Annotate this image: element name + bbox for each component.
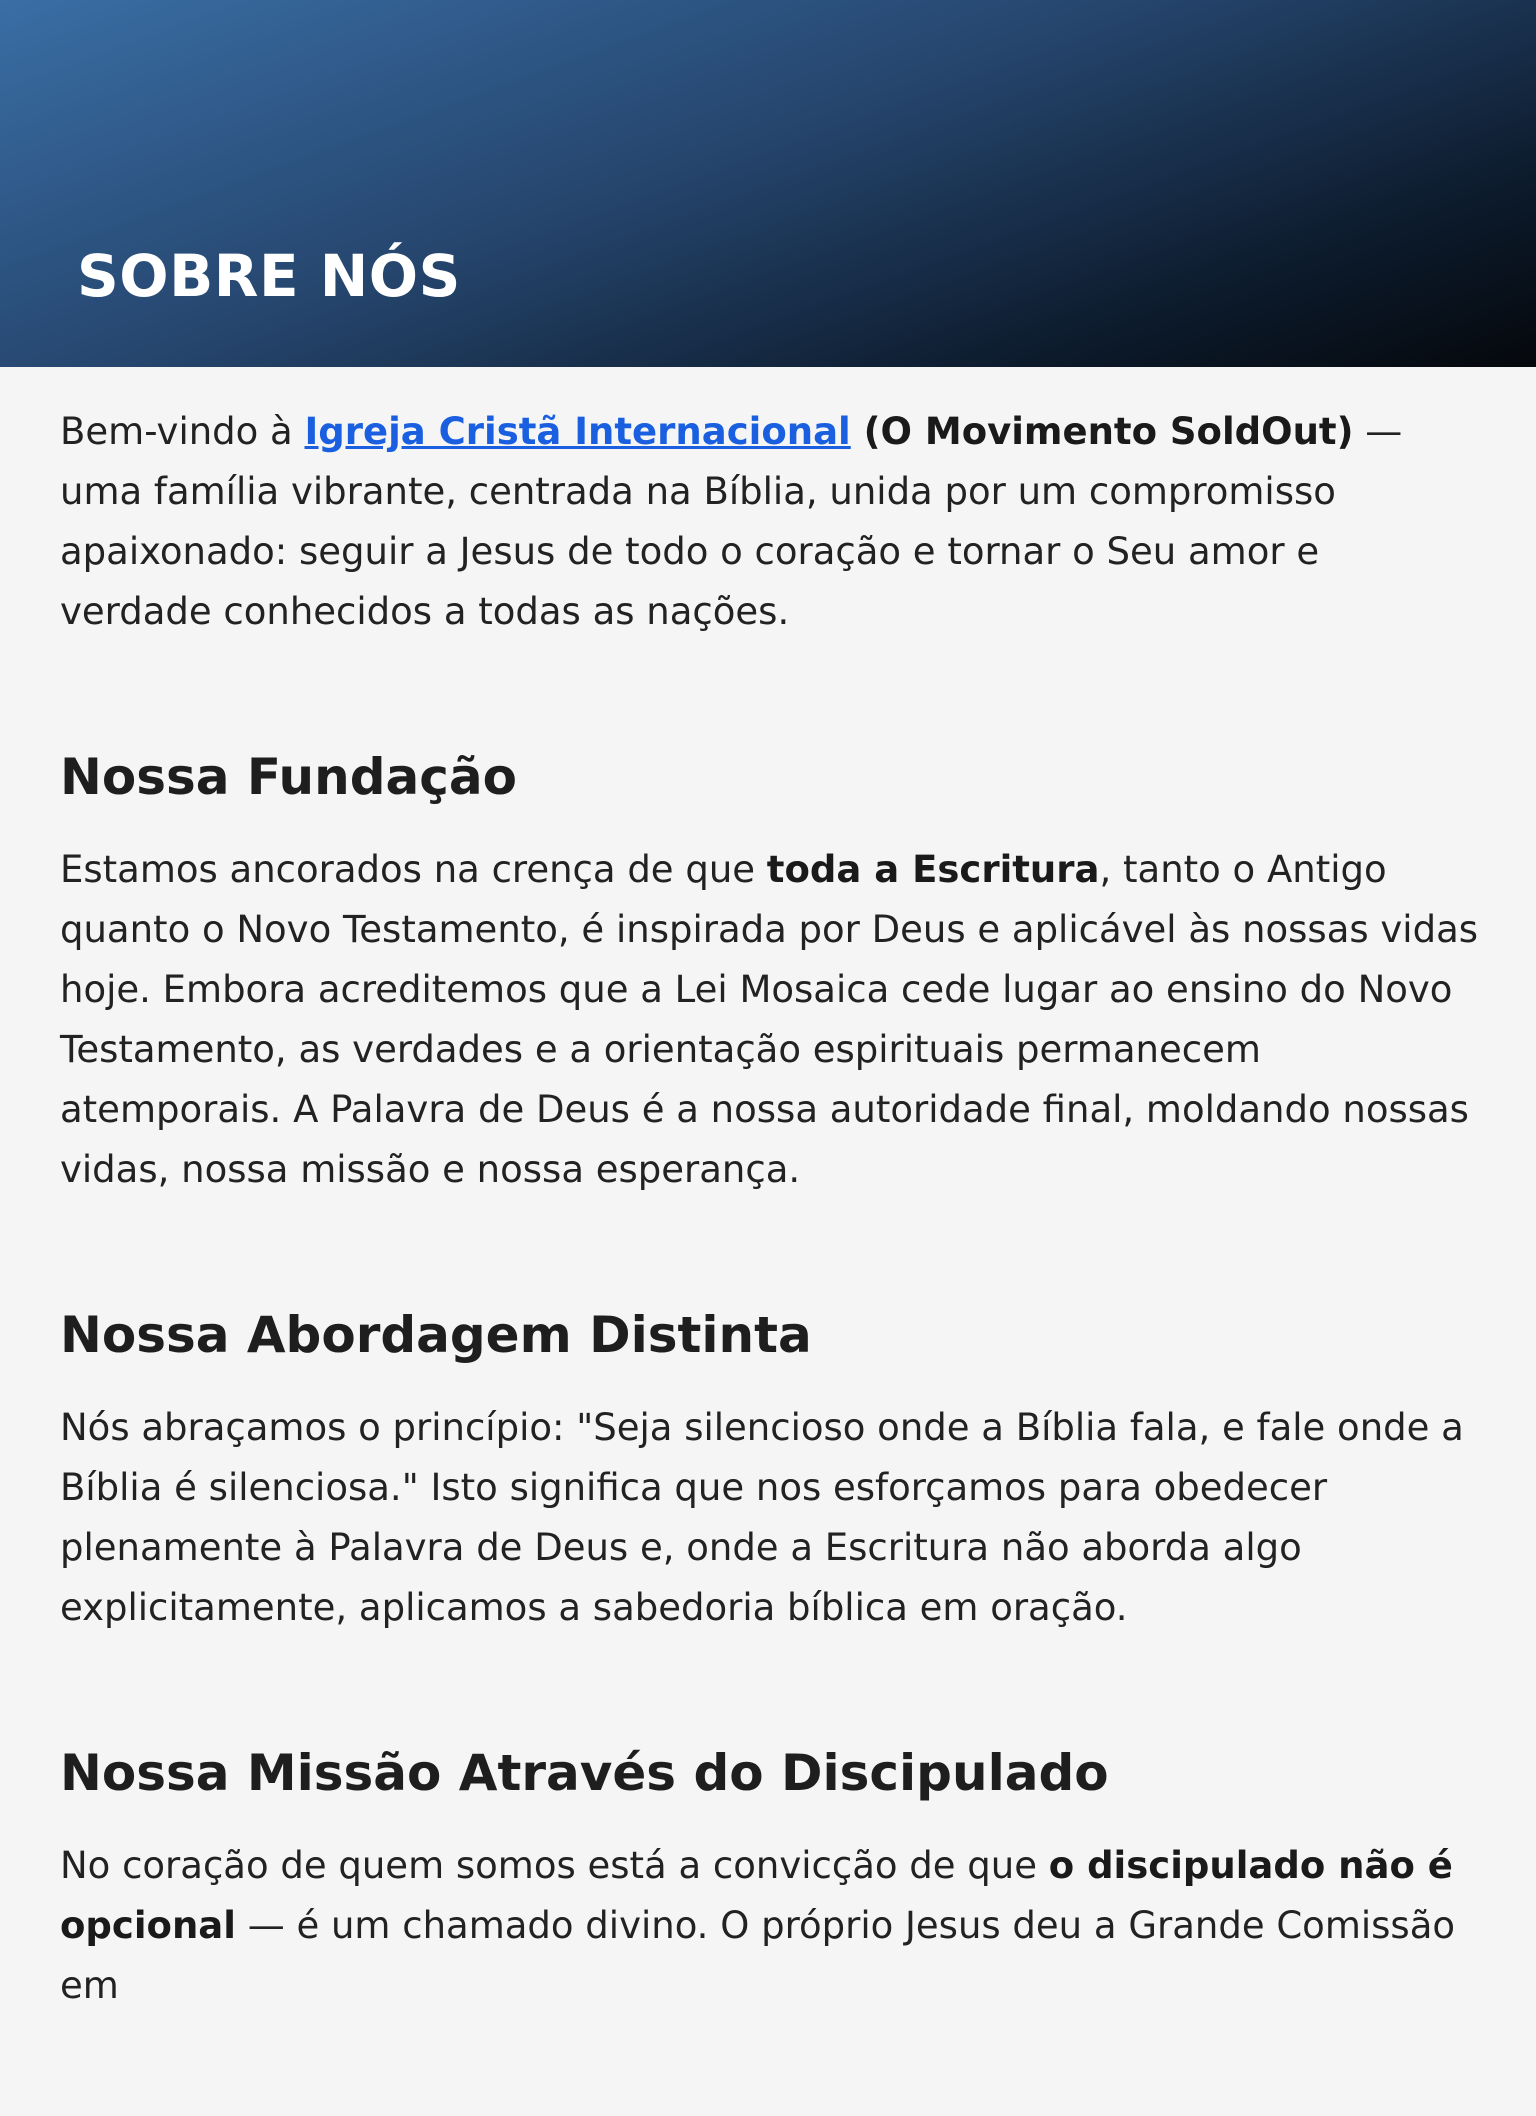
foundation-text-bold: toda a Escritura — [766, 848, 1100, 891]
intro-paragraph: Bem-vindo à Igreja Cristã Internacional … — [60, 402, 1480, 642]
section-text-mission: No coração de quem somos está a convicçã… — [60, 1836, 1480, 2016]
section-mission: Nossa Missão Através do Discipulado No c… — [60, 1738, 1480, 2016]
intro-bold: (O Movimento SoldOut) — [850, 410, 1354, 453]
page-header-banner: SOBRE NÓS — [0, 0, 1536, 367]
section-foundation: Nossa Fundação Estamos ancorados na cren… — [60, 742, 1480, 1200]
church-link[interactable]: Igreja Cristã Internacional — [305, 410, 851, 453]
section-approach: Nossa Abordagem Distinta Nós abraçamos o… — [60, 1300, 1480, 1638]
mission-text-after: — é um chamado divino. O próprio Jesus d… — [60, 1904, 1456, 2007]
page-title: SOBRE NÓS — [77, 242, 461, 310]
foundation-text-before: Estamos ancorados na crença de que — [60, 848, 767, 891]
intro-prefix: Bem-vindo à — [60, 410, 305, 453]
section-text-approach: Nós abraçamos o princípio: "Seja silenci… — [60, 1406, 1464, 1629]
section-text-foundation: Estamos ancorados na crença de que toda … — [60, 840, 1480, 1200]
section-heading-approach: Nossa Abordagem Distinta — [60, 1306, 812, 1364]
section-heading-mission: Nossa Missão Através do Discipulado — [60, 1744, 1109, 1802]
mission-text-before: No coração de quem somos está a convicçã… — [60, 1844, 1049, 1887]
main-content: Bem-vindo à Igreja Cristã Internacional … — [60, 402, 1480, 2116]
section-heading-foundation: Nossa Fundação — [60, 748, 517, 806]
foundation-text-after: , tanto o Antigo quanto o Novo Testament… — [60, 848, 1479, 1191]
